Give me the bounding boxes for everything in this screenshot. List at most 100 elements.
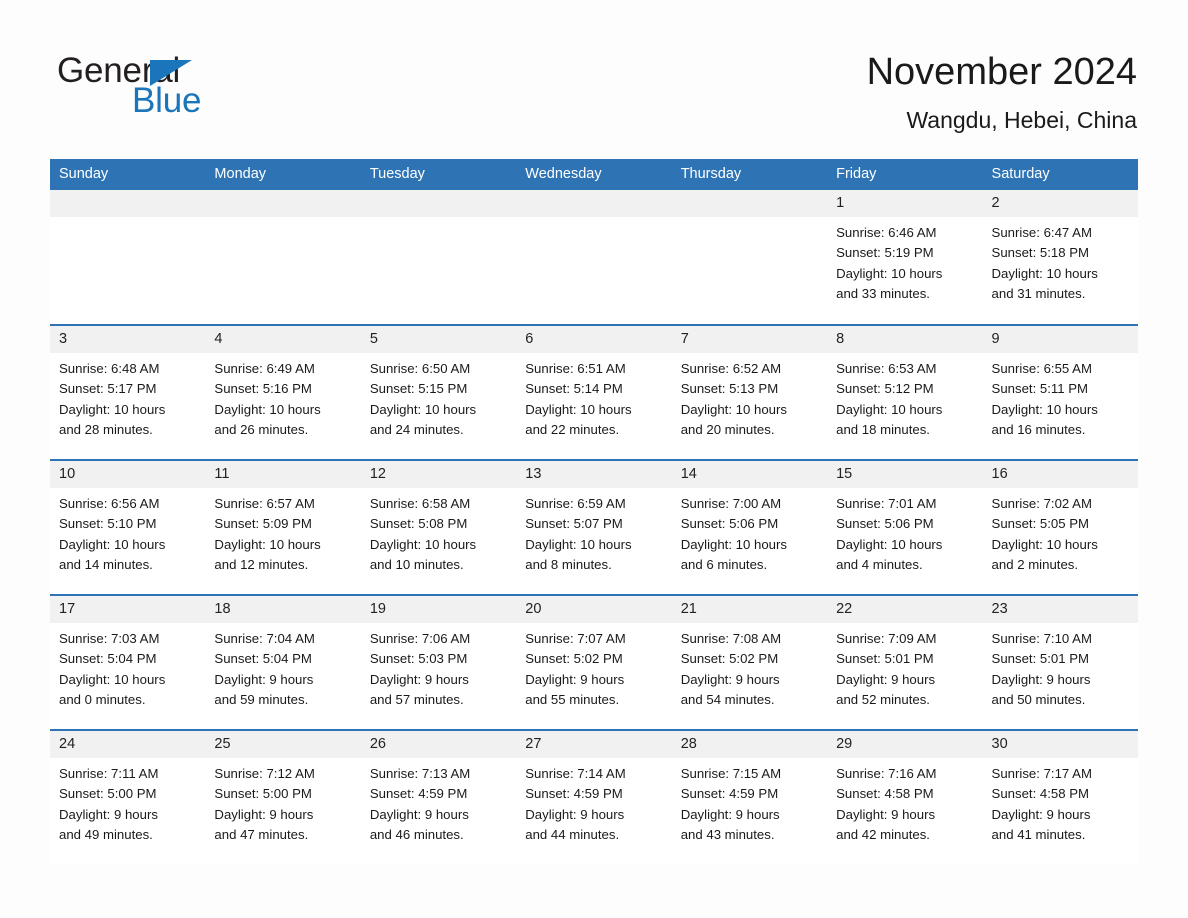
sunset-time: Sunset: 5:12 PM: [836, 381, 934, 397]
calendar-day-cell[interactable]: 26 Sunrise: 7:13 AM Sunset: 4:59 PM Dayligh…: [360, 729, 517, 865]
day-detail-block: Sunrise: 6:46 AM Sunset: 5:19 PM Daylight:…: [827, 217, 982, 304]
sunrise-time: Sunrise: 6:57 AM: [214, 496, 315, 511]
day-cell-inner: 28 Sunrise: 7:15 AM Sunset: 4:59 PM Dayligh…: [671, 731, 828, 865]
day-number: 16: [982, 461, 1138, 488]
daylight-duration-line-2: and 52 minutes.: [836, 691, 930, 707]
day-cell-inner: 3 Sunrise: 6:48 AM Sunset: 5:17 PM Daylight…: [50, 326, 206, 459]
day-detail-block: Sunrise: 6:58 AM Sunset: 5:08 PM Daylight:…: [361, 488, 516, 575]
sunset-time: Sunset: 5:19 PM: [836, 245, 934, 261]
day-cell-inner: 26 Sunrise: 7:13 AM Sunset: 4:59 PM Dayligh…: [360, 731, 517, 865]
sunrise-time: Sunrise: 7:08 AM: [680, 631, 782, 646]
sunset-time: Sunset: 5:00 PM: [59, 786, 157, 802]
day-cell-inner: 8 Sunrise: 6:53 AM Sunset: 5:12 PM Daylight…: [827, 326, 983, 459]
sunrise-time: Sunrise: 7:17 AM: [991, 766, 1092, 781]
sunset-time: Sunset: 5:04 PM: [59, 651, 157, 667]
calendar-day-cell[interactable]: 14 Sunrise: 7:00 AM Sunset: 5:06 PM Dayligh…: [671, 459, 828, 595]
calendar-day-cell[interactable]: 3 Sunrise: 6:48 AM Sunset: 5:17 PM Daylight…: [50, 324, 206, 460]
sunset-time: Sunset: 5:08 PM: [369, 516, 468, 532]
daylight-duration-line-1: Daylight: 10 hours: [525, 536, 632, 552]
weekday-header-friday: Friday: [827, 159, 983, 190]
daylight-duration-line-2: and 42 minutes.: [836, 826, 930, 842]
sunrise-time: Sunrise: 7:04 AM: [214, 631, 315, 646]
daylight-duration-line-2: and 54 minutes.: [680, 691, 775, 707]
daylight-duration-line-1: Daylight: 10 hours: [214, 401, 321, 417]
calendar-day-cell[interactable]: 25 Sunrise: 7:12 AM Sunset: 5:00 PM Dayligh…: [205, 729, 361, 865]
calendar-day-cell[interactable]: 1 Sunrise: 6:46 AM Sunset: 5:19 PM Daylight…: [827, 190, 983, 325]
day-detail-block: Sunrise: 7:11 AM Sunset: 5:00 PM Daylight:…: [50, 758, 205, 845]
calendar-day-cell[interactable]: 9 Sunrise: 6:55 AM Sunset: 5:11 PM Daylight…: [982, 324, 1138, 460]
day-detail-block: Sunrise: 7:07 AM Sunset: 5:02 PM Daylight:…: [516, 623, 671, 710]
calendar-day-cell[interactable]: 22 Sunrise: 7:09 AM Sunset: 5:01 PM Dayligh…: [827, 594, 983, 730]
daylight-duration-line-1: Daylight: 10 hours: [991, 536, 1098, 552]
day-detail-block: Sunrise: 7:09 AM Sunset: 5:01 PM Daylight:…: [827, 623, 982, 710]
page-masthead: General Blue November 2024 Wangdu, Hebei…: [0, 0, 1188, 152]
daylight-duration-line-1: Daylight: 10 hours: [369, 401, 477, 417]
daylight-duration-line-2: and 26 minutes.: [214, 421, 309, 437]
calendar-day-cell[interactable]: 2 Sunrise: 6:47 AM Sunset: 5:18 PM Daylight…: [982, 190, 1138, 325]
daylight-duration-line-1: Daylight: 10 hours: [369, 536, 477, 552]
calendar-day-cell[interactable]: 7 Sunrise: 6:52 AM Sunset: 5:13 PM Daylight…: [671, 324, 828, 460]
day-detail-block: Sunrise: 6:53 AM Sunset: 5:12 PM Daylight:…: [827, 353, 982, 440]
daylight-duration-line-1: Daylight: 9 hours: [369, 806, 469, 822]
daylight-duration-line-2: and 44 minutes.: [525, 826, 620, 842]
calendar-day-cell[interactable]: 23 Sunrise: 7:10 AM Sunset: 5:01 PM Dayligh…: [982, 594, 1138, 730]
calendar-day-cell[interactable]: 4 Sunrise: 6:49 AM Sunset: 5:16 PM Daylight…: [205, 324, 361, 460]
sunset-time: Sunset: 4:58 PM: [836, 786, 934, 802]
title-block: November 2024 Wangdu, Hebei, China: [867, 48, 1137, 136]
day-cell-inner: 12 Sunrise: 6:58 AM Sunset: 5:08 PM Dayligh…: [360, 461, 517, 594]
calendar-day-cell[interactable]: 20 Sunrise: 7:07 AM Sunset: 5:02 PM Dayligh…: [516, 594, 672, 730]
calendar-day-cell[interactable]: 18 Sunrise: 7:04 AM Sunset: 5:04 PM Dayligh…: [205, 594, 361, 730]
sunrise-time: Sunrise: 7:15 AM: [680, 766, 782, 781]
daylight-duration-line-2: and 49 minutes.: [59, 826, 153, 842]
day-cell-inner: 29 Sunrise: 7:16 AM Sunset: 4:58 PM Dayligh…: [827, 731, 983, 865]
daylight-duration-line-2: and 4 minutes.: [836, 556, 923, 572]
sunrise-sunset-calendar: Sunday Monday Tuesday Wednesday Thursday Frid…: [50, 159, 1138, 865]
calendar-day-cell[interactable]: 17 Sunrise: 7:03 AM Sunset: 5:04 PM Dayligh…: [50, 594, 206, 730]
daylight-duration-line-2: and 47 minutes.: [214, 826, 309, 842]
sunset-time: Sunset: 5:13 PM: [680, 381, 779, 397]
calendar-day-cell[interactable]: 16 Sunrise: 7:02 AM Sunset: 5:05 PM Dayligh…: [982, 459, 1138, 595]
day-number: 10: [50, 461, 206, 488]
sunset-time: Sunset: 5:18 PM: [991, 245, 1090, 261]
sunrise-time: Sunrise: 6:55 AM: [991, 361, 1092, 376]
day-number: 15: [827, 461, 983, 488]
calendar-day-cell-empty: [50, 190, 206, 325]
calendar-day-cell[interactable]: 13 Sunrise: 6:59 AM Sunset: 5:07 PM Dayligh…: [516, 459, 672, 595]
calendar-day-cell[interactable]: 11 Sunrise: 6:57 AM Sunset: 5:09 PM Dayligh…: [205, 459, 361, 595]
day-detail-block: Sunrise: 6:52 AM Sunset: 5:13 PM Daylight:…: [672, 353, 827, 440]
calendar-day-cell[interactable]: 27 Sunrise: 7:14 AM Sunset: 4:59 PM Dayligh…: [516, 729, 672, 865]
day-cell-inner: 23 Sunrise: 7:10 AM Sunset: 5:01 PM Dayligh…: [982, 596, 1138, 729]
daylight-duration-line-2: and 18 minutes.: [836, 421, 930, 437]
day-cell-inner: 16 Sunrise: 7:02 AM Sunset: 5:05 PM Dayligh…: [982, 461, 1138, 594]
calendar-day-cell[interactable]: 5 Sunrise: 6:50 AM Sunset: 5:15 PM Daylight…: [360, 324, 517, 460]
day-detail-block: Sunrise: 7:02 AM Sunset: 5:05 PM Daylight:…: [983, 488, 1138, 575]
calendar-week-row: 24 Sunrise: 7:11 AM Sunset: 5:00 PM Dayligh…: [50, 729, 1138, 865]
day-cell-inner: 4 Sunrise: 6:49 AM Sunset: 5:16 PM Daylight…: [205, 326, 361, 459]
sunrise-time: Sunrise: 6:48 AM: [59, 361, 160, 376]
calendar-day-cell[interactable]: 21 Sunrise: 7:08 AM Sunset: 5:02 PM Dayligh…: [671, 594, 828, 730]
calendar-day-cell-empty: [516, 190, 672, 325]
calendar-week-row: 17 Sunrise: 7:03 AM Sunset: 5:04 PM Dayligh…: [50, 594, 1138, 730]
calendar-day-cell[interactable]: 12 Sunrise: 6:58 AM Sunset: 5:08 PM Dayligh…: [360, 459, 517, 595]
day-number: 25: [205, 731, 361, 758]
calendar-day-cell[interactable]: 19 Sunrise: 7:06 AM Sunset: 5:03 PM Dayligh…: [360, 594, 517, 730]
generalblue-logo[interactable]: General Blue: [57, 52, 317, 124]
calendar-day-cell[interactable]: 29 Sunrise: 7:16 AM Sunset: 4:58 PM Dayligh…: [827, 729, 983, 865]
daylight-duration-line-2: and 33 minutes.: [836, 285, 930, 301]
sunrise-time: Sunrise: 6:51 AM: [525, 361, 626, 376]
day-detail-block: Sunrise: 6:51 AM Sunset: 5:14 PM Daylight:…: [516, 353, 671, 440]
calendar-day-cell[interactable]: 30 Sunrise: 7:17 AM Sunset: 4:58 PM Dayligh…: [982, 729, 1138, 865]
day-cell-inner: 13 Sunrise: 6:59 AM Sunset: 5:07 PM Dayligh…: [516, 461, 672, 594]
daylight-duration-line-1: Daylight: 9 hours: [991, 671, 1091, 687]
calendar-day-cell[interactable]: 28 Sunrise: 7:15 AM Sunset: 4:59 PM Dayligh…: [671, 729, 828, 865]
calendar-day-cell[interactable]: 24 Sunrise: 7:11 AM Sunset: 5:00 PM Dayligh…: [50, 729, 206, 865]
calendar-day-cell[interactable]: 15 Sunrise: 7:01 AM Sunset: 5:06 PM Dayligh…: [827, 459, 983, 595]
day-number: 13: [516, 461, 672, 488]
calendar-day-cell[interactable]: 8 Sunrise: 6:53 AM Sunset: 5:12 PM Daylight…: [827, 324, 983, 460]
day-detail-block: Sunrise: 7:13 AM Sunset: 4:59 PM Daylight:…: [361, 758, 516, 845]
daylight-duration-line-1: Daylight: 9 hours: [680, 806, 780, 822]
calendar-day-cell[interactable]: 10 Sunrise: 6:56 AM Sunset: 5:10 PM Dayligh…: [50, 459, 206, 595]
daylight-duration-line-1: Daylight: 10 hours: [59, 401, 166, 417]
sunrise-time: Sunrise: 7:11 AM: [59, 766, 159, 781]
calendar-day-cell[interactable]: 6 Sunrise: 6:51 AM Sunset: 5:14 PM Daylight…: [516, 324, 672, 460]
